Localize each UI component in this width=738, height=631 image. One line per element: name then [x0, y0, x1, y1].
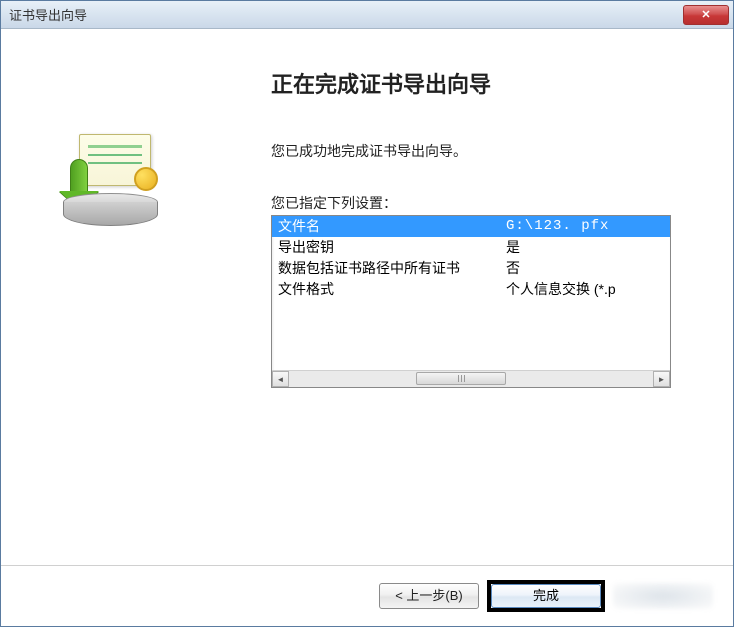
list-item[interactable]: 数据包括证书路径中所有证书 否: [272, 258, 670, 279]
left-panel: [1, 29, 221, 565]
scroll-right-button[interactable]: ►: [653, 371, 670, 387]
scroll-thumb[interactable]: [416, 372, 506, 385]
scroll-left-button[interactable]: ◄: [272, 371, 289, 387]
footer-divider: [1, 565, 733, 566]
list-item[interactable]: 导出密钥 是: [272, 237, 670, 258]
wizard-window: 证书导出向导 ✕: [0, 0, 734, 627]
settings-list: 文件名 G:\123. pfx 导出密钥 是 数据包括证书路径中所有证书 否 文…: [272, 216, 670, 370]
setting-name: 导出密钥: [278, 238, 506, 257]
cancel-button-obscured[interactable]: [613, 583, 713, 609]
settings-label: 您已指定下列设置：: [271, 193, 703, 213]
setting-value: 是: [506, 238, 664, 257]
setting-value: 否: [506, 259, 664, 278]
list-item[interactable]: 文件格式 个人信息交换 (*.p: [272, 279, 670, 300]
finish-button[interactable]: 完成: [491, 584, 601, 608]
close-icon: ✕: [701, 8, 710, 21]
page-heading: 正在完成证书导出向导: [271, 67, 703, 99]
content-area: 正在完成证书导出向导 您已成功地完成证书导出向导。 您已指定下列设置： 文件名 …: [1, 29, 733, 565]
setting-value: G:\123. pfx: [506, 217, 664, 236]
list-item[interactable]: 文件名 G:\123. pfx: [272, 216, 670, 237]
setting-value: 个人信息交换 (*.p: [506, 280, 664, 299]
close-button[interactable]: ✕: [683, 5, 729, 25]
certificate-export-icon: [51, 129, 171, 239]
button-row: < 上一步(B) 完成: [379, 580, 713, 612]
success-message: 您已成功地完成证书导出向导。: [271, 141, 703, 161]
horizontal-scrollbar[interactable]: ◄ ►: [272, 370, 670, 387]
settings-listbox[interactable]: 文件名 G:\123. pfx 导出密钥 是 数据包括证书路径中所有证书 否 文…: [271, 215, 671, 388]
window-title: 证书导出向导: [9, 5, 683, 24]
finish-button-highlight: 完成: [487, 580, 605, 612]
titlebar[interactable]: 证书导出向导 ✕: [1, 1, 733, 29]
setting-name: 文件格式: [278, 280, 506, 299]
scroll-track[interactable]: [289, 371, 653, 387]
back-button[interactable]: < 上一步(B): [379, 583, 479, 609]
setting-name: 数据包括证书路径中所有证书: [278, 259, 506, 278]
right-panel: 正在完成证书导出向导 您已成功地完成证书导出向导。 您已指定下列设置： 文件名 …: [221, 29, 733, 565]
setting-name: 文件名: [278, 217, 506, 236]
